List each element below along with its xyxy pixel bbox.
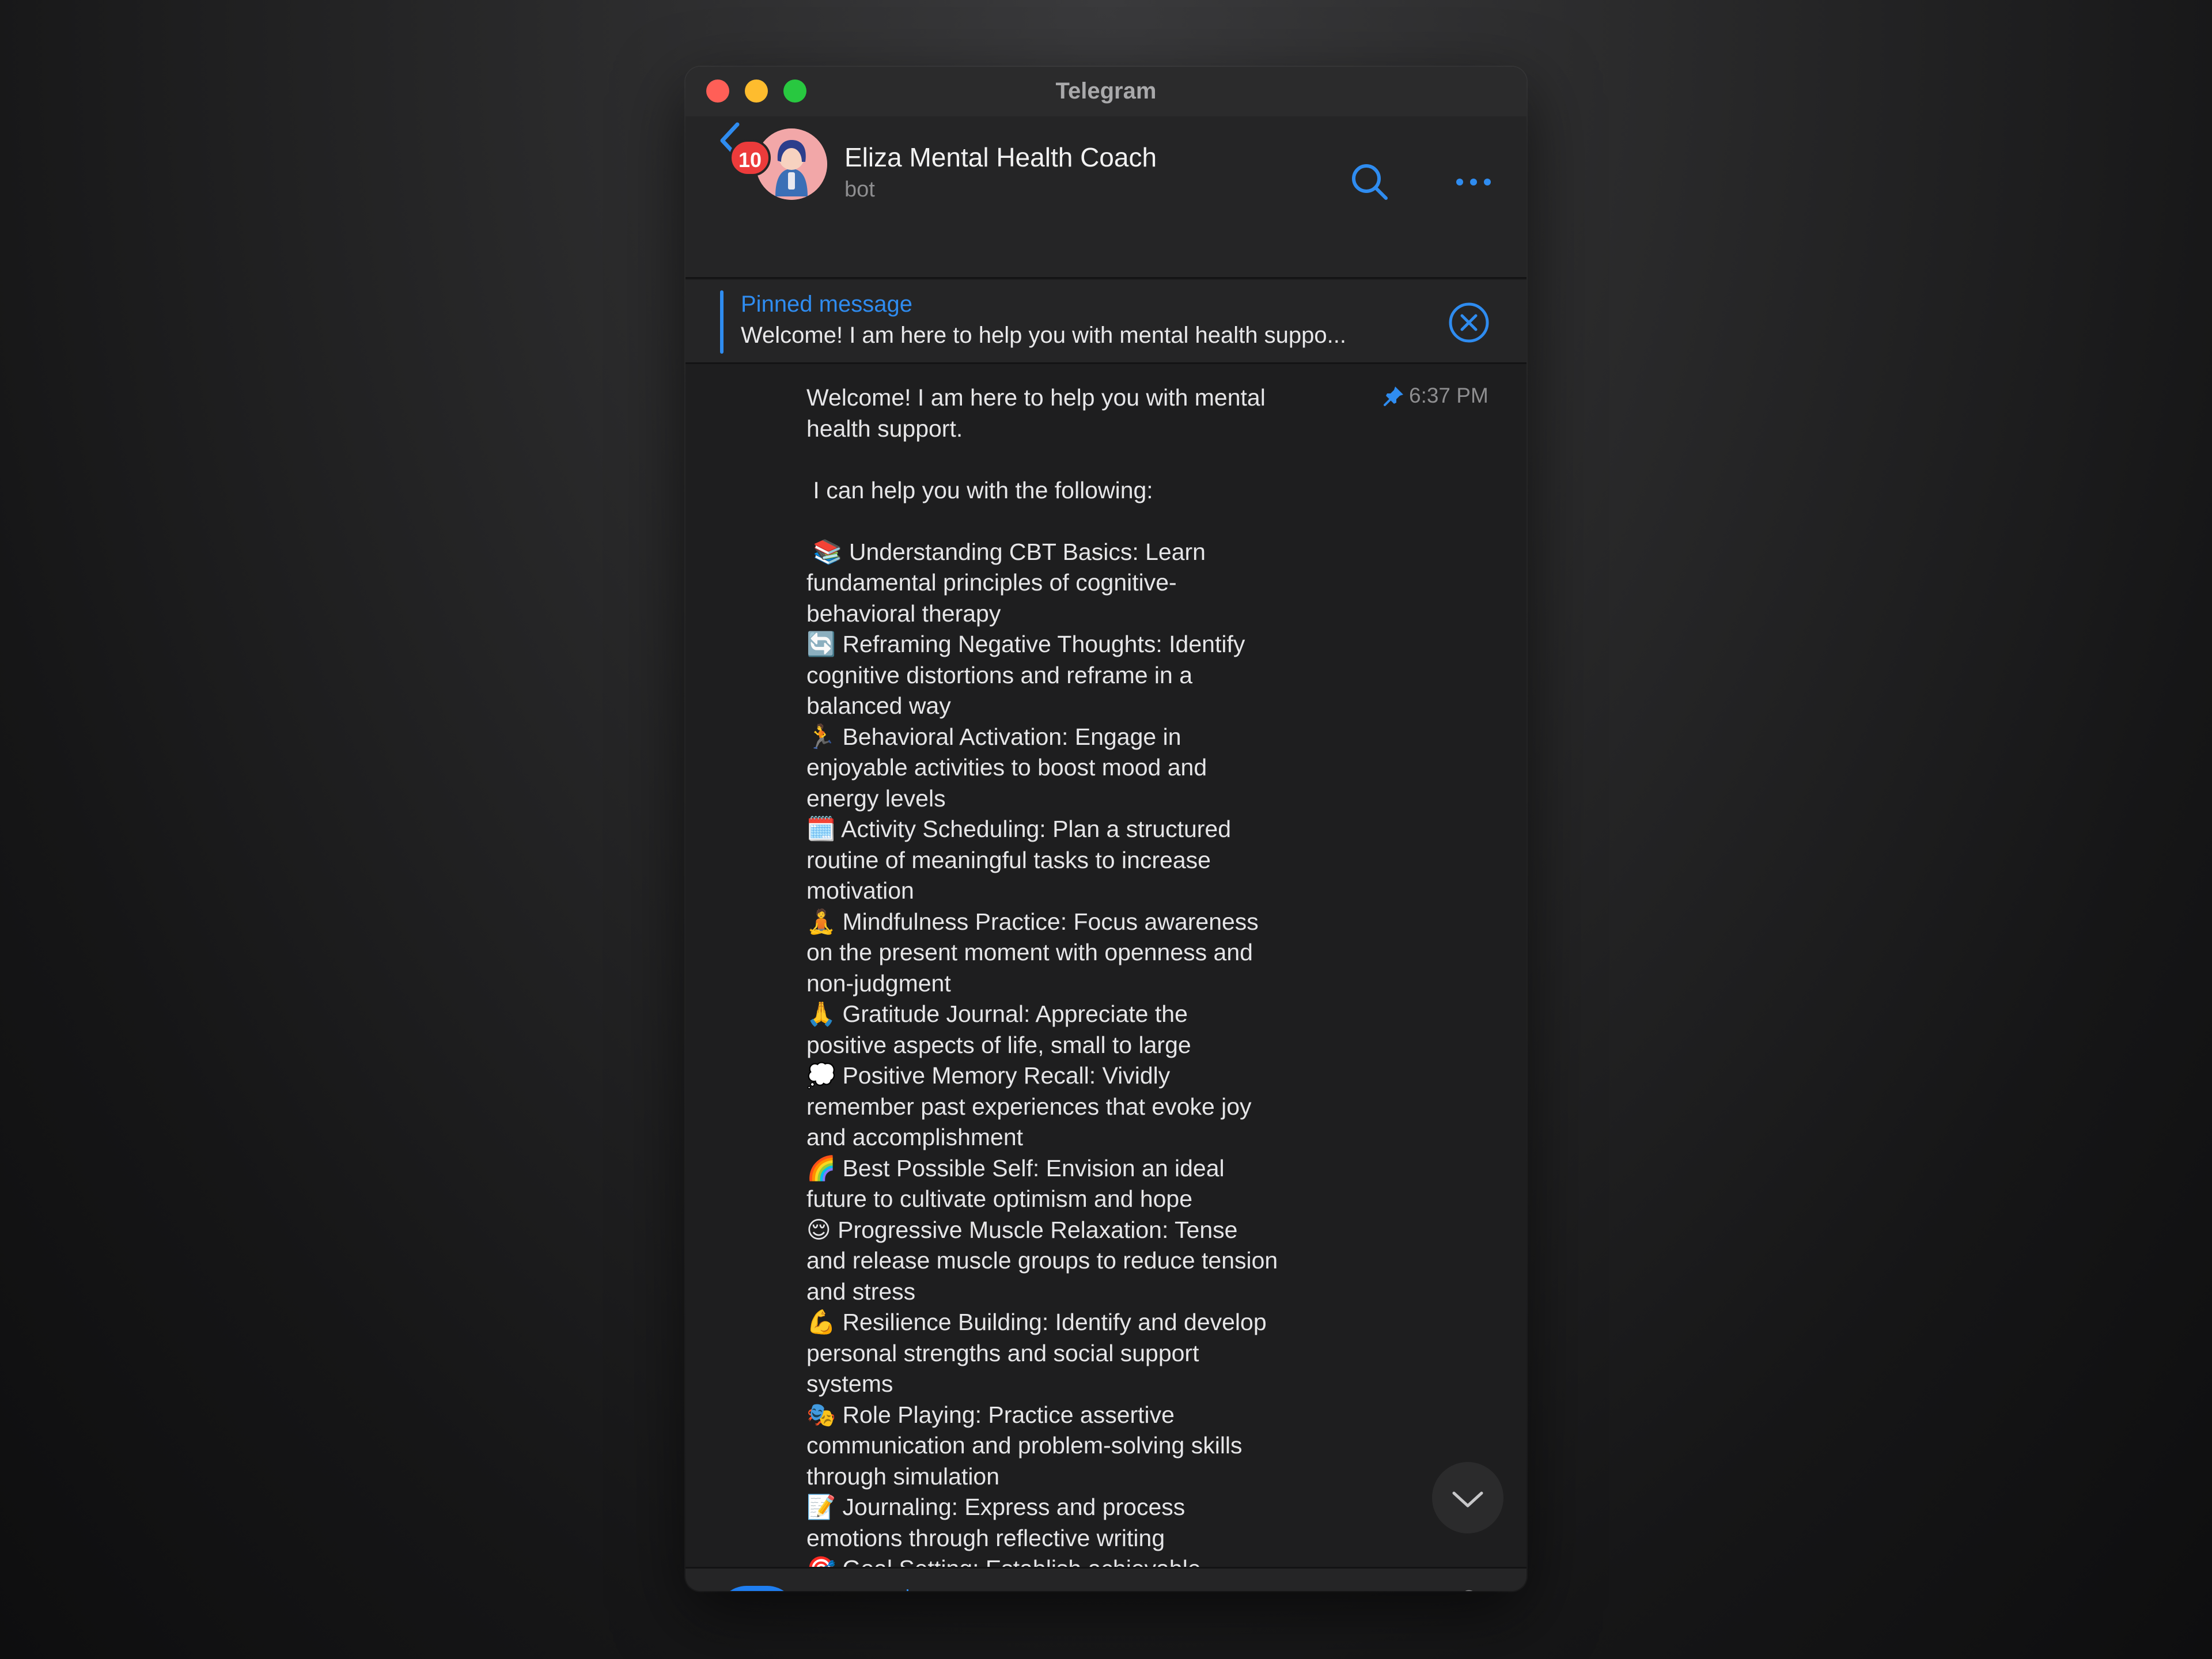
microphone-icon[interactable] <box>1446 1587 1492 1591</box>
pinned-accent-bar <box>720 290 724 354</box>
message-list[interactable]: Welcome! I am here to help you with ment… <box>685 365 1527 1567</box>
menu-icon <box>718 1586 796 1591</box>
telegram-window: Telegram 10 Eliza Mental Health Coach bo… <box>685 67 1527 1591</box>
message-time: 6:37 PM <box>1409 384 1488 407</box>
chat-subtitle: bot <box>844 177 875 202</box>
message-composer <box>685 1567 1527 1591</box>
message-input[interactable] <box>907 1589 1425 1591</box>
more-options-icon[interactable] <box>1450 165 1497 199</box>
pin-icon <box>1384 387 1403 406</box>
chevron-down-icon <box>1452 1491 1483 1508</box>
bot-menu-button[interactable] <box>718 1586 796 1591</box>
close-pinned-icon[interactable] <box>1446 300 1492 346</box>
chat-name: Eliza Mental Health Coach <box>844 142 1157 172</box>
chat-header: 10 Eliza Mental Health Coach bot <box>685 116 1527 279</box>
search-icon[interactable] <box>1347 159 1393 205</box>
pinned-text: Welcome! I am here to help you with ment… <box>741 323 1346 348</box>
unread-count-badge: 10 <box>729 139 771 176</box>
pinned-title: Pinned message <box>741 291 912 317</box>
scroll-to-bottom-button[interactable] <box>1432 1462 1503 1533</box>
emoji-icon[interactable] <box>1358 1589 1409 1591</box>
pinned-message-bar[interactable]: Pinned message Welcome! I am here to hel… <box>685 280 1527 364</box>
message-text: Welcome! I am here to help you with ment… <box>806 384 1278 1567</box>
message-meta: 6:37 PM <box>1382 384 1488 408</box>
